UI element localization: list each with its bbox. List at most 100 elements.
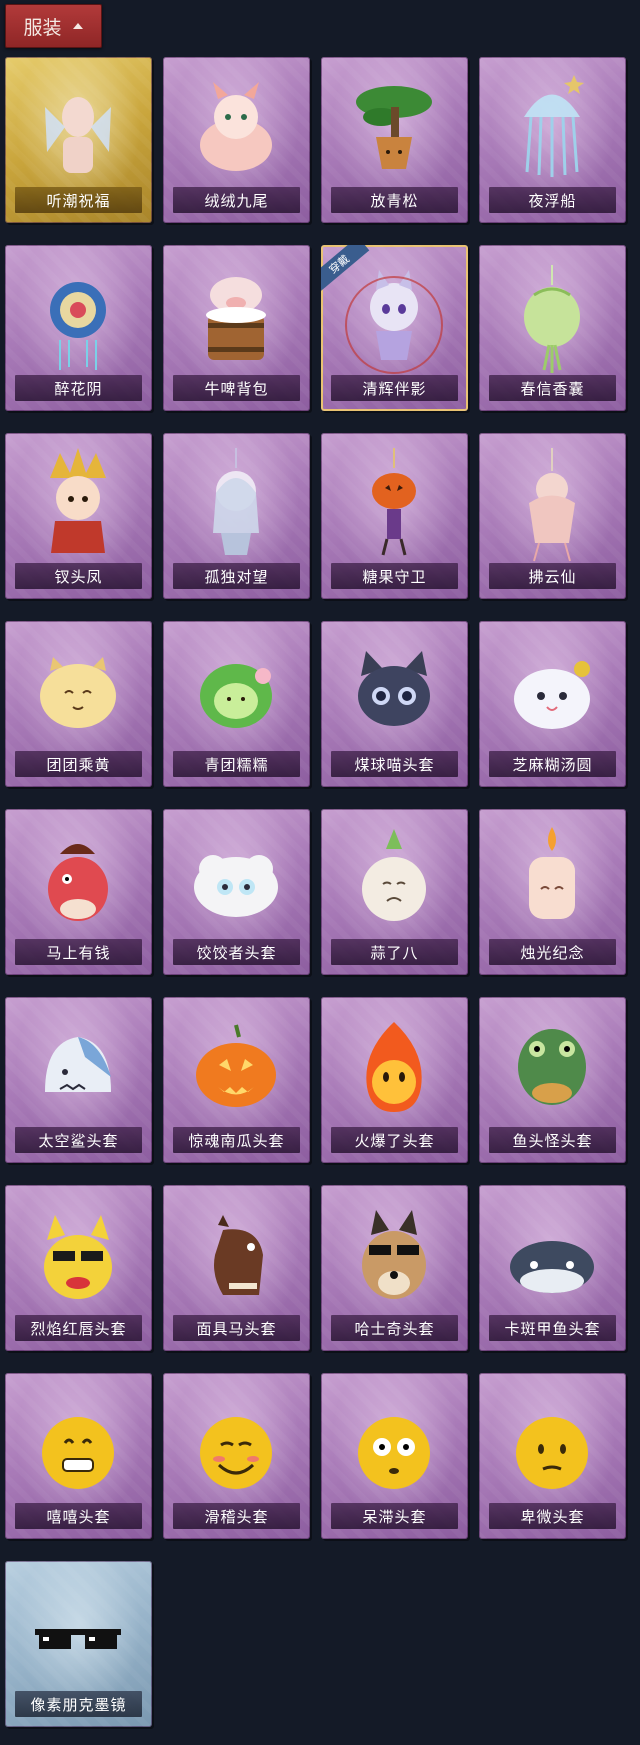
bonsai-pine-icon [356,86,432,169]
costume-card[interactable]: 青团糯糯 [163,621,310,787]
costume-name: 春信香囊 [489,375,616,401]
fish-head-icon [518,1029,586,1105]
costume-card[interactable]: 烛光纪念 [479,809,626,975]
costume-card[interactable]: 哈士奇头套 [321,1185,468,1351]
costume-card[interactable]: 糖果守卫 [321,433,468,599]
costume-card[interactable]: 牛啤背包 [163,245,310,411]
costume-name: 像素朋克墨镜 [15,1691,142,1717]
costume-name: 卡斑甲鱼头套 [489,1315,616,1341]
costume-card[interactable]: 卑微头套 [479,1373,626,1539]
jack-o-lantern-icon [196,1024,276,1107]
costume-name: 呆滞头套 [331,1503,458,1529]
costume-card[interactable]: 放青松 [321,57,468,223]
costume-name: 饺饺者头套 [173,939,300,965]
costume-card[interactable]: 鱼头怪头套 [479,997,626,1163]
flat-fish-head-icon [510,1241,594,1293]
costume-name: 牛啤背包 [173,375,300,401]
costume-name: 太空鲨头套 [15,1127,142,1153]
costume-name: 糖果守卫 [331,563,458,589]
costume-name: 卑微头套 [489,1503,616,1529]
category-toggle-button[interactable]: 服装 [5,4,102,48]
costume-name: 拂云仙 [489,563,616,589]
costume-card[interactable]: 团团乘黄 [5,621,152,787]
husky-sunglasses-icon [362,1210,426,1299]
yellow-blob-icon [40,657,116,728]
costume-name: 面具马头套 [173,1315,300,1341]
costume-card[interactable]: 穿戴 清辉伴影 [321,245,468,411]
smirk-emoji-icon [200,1417,272,1489]
costume-card[interactable]: 煤球喵头套 [321,621,468,787]
cow-barrel-icon [206,277,266,360]
candle-head-icon [529,827,575,919]
costume-card[interactable]: 听潮祝福 [5,57,152,223]
costume-card[interactable]: 醉花阴 [5,245,152,411]
costume-card[interactable]: 绒绒九尾 [163,57,310,223]
costume-name: 青团糯糯 [173,751,300,777]
costume-name: 听潮祝福 [15,187,142,213]
pixel-sunglasses-icon [35,1629,121,1649]
costume-name: 孤独对望 [173,563,300,589]
hanging-doll-icon [213,448,259,555]
costume-name: 烛光纪念 [489,939,616,965]
costume-card[interactable]: 饺饺者头套 [163,809,310,975]
yellow-sunglasses-head-icon [44,1215,112,1299]
costume-name: 马上有钱 [15,939,142,965]
costume-card[interactable]: 面具马头套 [163,1185,310,1351]
rice-ball-icon [514,661,590,729]
costume-card[interactable]: 夜浮船 [479,57,626,223]
costume-name: 惊魂南瓜头套 [173,1127,300,1153]
fairy-pendant-icon [529,448,575,562]
costume-grid: 听潮祝福 绒绒九尾 放青松 夜浮船醉花阴 牛啤背包 穿戴 清辉伴影 春信香囊钗头凤 孤独对望 糖果… [5,57,626,1727]
costume-name: 滑稽头套 [173,1503,300,1529]
grin-emoji-icon [42,1417,114,1489]
costume-card[interactable]: 惊魂南瓜头套 [163,997,310,1163]
costume-name: 嘻嘻头套 [15,1503,142,1529]
costume-name: 芝麻糊汤圆 [489,751,616,777]
ethereal-figure-icon [45,97,111,173]
costume-card[interactable]: 芝麻糊汤圆 [479,621,626,787]
garlic-head-icon [362,829,426,921]
costume-card[interactable]: 滑稽头套 [163,1373,310,1539]
costume-card[interactable]: 呆滞头套 [321,1373,468,1539]
costume-name: 鱼头怪头套 [489,1127,616,1153]
costume-card[interactable]: 烈焰红唇头套 [5,1185,152,1351]
sachet-icon [524,265,580,373]
fire-spirit-head-icon [366,1022,422,1112]
costume-name: 火爆了头套 [331,1127,458,1153]
humble-emoji-icon [516,1417,588,1489]
costume-name: 蒜了八 [331,939,458,965]
flower-ornament-icon [50,282,106,370]
costume-card[interactable]: 火爆了头套 [321,997,468,1163]
costume-name: 哈士奇头套 [331,1315,458,1341]
costume-card[interactable]: 春信香囊 [479,245,626,411]
pumpkin-lantern-icon [372,448,416,556]
category-title: 服装 [23,16,62,39]
phoenix-crown-doll-icon [50,448,106,553]
costume-card[interactable]: 钗头凤 [5,433,152,599]
costume-card[interactable]: 嘻嘻头套 [5,1373,152,1539]
costume-name: 放青松 [331,187,458,213]
costume-name: 钗头凤 [15,563,142,589]
dazed-emoji-icon [358,1417,430,1489]
costume-name: 夜浮船 [489,187,616,213]
costume-card[interactable]: 像素朋克墨镜 [5,1561,152,1727]
costume-card[interactable]: 拂云仙 [479,433,626,599]
costume-card[interactable]: 卡斑甲鱼头套 [479,1185,626,1351]
costume-name: 煤球喵头套 [331,751,458,777]
costume-name: 清辉伴影 [331,375,458,401]
costume-card[interactable]: 太空鲨头套 [5,997,152,1163]
red-horse-head-icon [48,844,108,921]
horse-mask-icon [214,1215,263,1295]
costume-card[interactable]: 蒜了八 [321,809,468,975]
jellyfish-icon [524,75,584,177]
shark-head-icon [45,1037,111,1092]
costume-name: 绒绒九尾 [173,187,300,213]
green-dumpling-icon [200,664,272,728]
costume-name: 团团乘黄 [15,751,142,777]
chevron-up-icon [72,23,83,29]
dumpling-cloud-head-icon [194,855,278,917]
nine-tailed-fox-icon [200,82,272,171]
costume-card[interactable]: 马上有钱 [5,809,152,975]
costume-card[interactable]: 孤独对望 [163,433,310,599]
costume-name: 烈焰红唇头套 [15,1315,142,1341]
